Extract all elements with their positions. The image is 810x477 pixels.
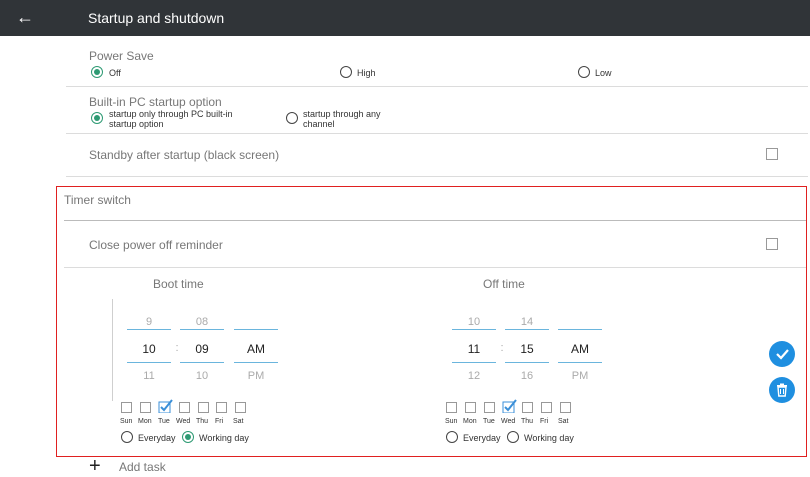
power-save-high-label: High <box>357 68 376 78</box>
check-icon <box>502 399 517 413</box>
timer-switch-label: Timer switch <box>64 193 131 207</box>
off-working-day-radio[interactable] <box>507 431 519 443</box>
delete-button[interactable] <box>769 377 795 403</box>
off-hour-next[interactable]: 12 <box>454 370 494 382</box>
boot-day-label: Tue <box>158 418 170 425</box>
boot-everyday-radio[interactable] <box>121 431 133 443</box>
power-save-high-radio[interactable] <box>340 66 352 78</box>
off-minute-prev[interactable]: 14 <box>507 316 547 328</box>
off-day-label: Wed <box>501 418 516 425</box>
boot-day-thu-checkbox[interactable] <box>198 402 209 413</box>
divider <box>127 362 171 363</box>
boot-ampm-next[interactable]: PM <box>236 370 276 382</box>
divider <box>558 362 602 363</box>
off-day-fri-checkbox[interactable] <box>541 402 552 413</box>
divider <box>66 176 808 177</box>
off-day-label: Fri <box>540 418 549 425</box>
off-day-sat-checkbox[interactable] <box>560 402 571 413</box>
power-save-low-radio[interactable] <box>578 66 590 78</box>
boot-day-mon-checkbox[interactable] <box>140 402 151 413</box>
builtin-pc-option1-label: startup only through PC built-in startup… <box>109 109 233 129</box>
off-day-label: Mon <box>463 418 477 425</box>
divider <box>452 329 496 330</box>
power-save-label: Power Save <box>89 49 154 63</box>
off-ampm[interactable]: AM <box>560 342 600 356</box>
divider <box>234 329 278 330</box>
check-icon <box>158 399 173 413</box>
boot-minute-prev[interactable]: 08 <box>182 316 222 328</box>
off-hour-prev[interactable]: 10 <box>454 316 494 328</box>
boot-day-label: Fri <box>215 418 224 425</box>
trash-icon <box>777 383 787 397</box>
power-save-off-radio[interactable] <box>91 66 103 78</box>
builtin-pc-option1-radio[interactable] <box>91 112 103 124</box>
add-task-label[interactable]: Add task <box>119 460 166 474</box>
divider <box>452 362 496 363</box>
off-everyday-radio[interactable] <box>446 431 458 443</box>
reminder-checkbox[interactable] <box>766 238 778 250</box>
back-arrow-icon[interactable]: ← <box>16 7 34 27</box>
boot-day-wed-checkbox[interactable] <box>179 402 190 413</box>
standby-checkbox[interactable] <box>766 148 778 160</box>
plus-icon[interactable]: + <box>89 456 101 476</box>
off-day-mon-checkbox[interactable] <box>465 402 476 413</box>
divider <box>180 329 224 330</box>
divider <box>64 267 806 268</box>
boot-everyday-label: Everyday <box>138 433 176 443</box>
off-day-label: Sun <box>445 418 458 425</box>
off-day-tue-checkbox[interactable] <box>484 402 495 413</box>
builtin-pc-option2-label: startup through any channel <box>303 109 381 129</box>
boot-day-label: Wed <box>176 418 191 425</box>
confirm-button[interactable] <box>769 341 795 367</box>
power-save-off-label: Off <box>109 68 121 78</box>
off-minute[interactable]: 15 <box>507 342 547 356</box>
boot-minute-next[interactable]: 10 <box>182 370 222 382</box>
boot-hour-next[interactable]: 11 <box>129 370 169 382</box>
boot-working-day-label: Working day <box>199 433 249 443</box>
boot-day-tue-checkbox[interactable] <box>158 399 173 413</box>
boot-day-label: Mon <box>138 418 152 425</box>
divider <box>234 362 278 363</box>
off-ampm-next[interactable]: PM <box>560 370 600 382</box>
off-day-label: Tue <box>483 418 495 425</box>
divider <box>66 133 808 134</box>
check-icon <box>776 349 789 360</box>
off-time-title: Off time <box>483 277 525 291</box>
boot-working-day-radio[interactable] <box>182 431 194 443</box>
divider <box>505 329 549 330</box>
off-day-label: Sat <box>558 418 569 425</box>
boot-minute[interactable]: 09 <box>182 342 222 356</box>
page-title: Startup and shutdown <box>88 10 225 26</box>
off-day-sun-checkbox[interactable] <box>446 402 457 413</box>
divider <box>505 362 549 363</box>
app-header: ← Startup and shutdown <box>0 0 810 36</box>
boot-day-label: Thu <box>196 418 209 425</box>
off-day-label: Thu <box>521 418 534 425</box>
off-working-day-label: Working day <box>524 433 574 443</box>
boot-day-sat-checkbox[interactable] <box>235 402 246 413</box>
builtin-pc-label: Built-in PC startup option <box>89 95 222 109</box>
off-minute-next[interactable]: 16 <box>507 370 547 382</box>
divider <box>180 362 224 363</box>
boot-ampm[interactable]: AM <box>236 342 276 356</box>
builtin-pc-option2-radio[interactable] <box>286 112 298 124</box>
boot-day-fri-checkbox[interactable] <box>216 402 227 413</box>
reminder-label: Close power off reminder <box>89 238 223 252</box>
divider <box>64 220 806 221</box>
power-save-low-label: Low <box>595 68 612 78</box>
divider <box>112 299 113 401</box>
boot-day-label: Sun <box>120 418 133 425</box>
divider <box>558 329 602 330</box>
off-everyday-label: Everyday <box>463 433 501 443</box>
off-day-thu-checkbox[interactable] <box>522 402 533 413</box>
divider <box>127 329 171 330</box>
boot-time-title: Boot time <box>153 277 204 291</box>
standby-label: Standby after startup (black screen) <box>89 148 280 162</box>
off-day-wed-checkbox[interactable] <box>502 399 517 413</box>
divider <box>66 86 808 87</box>
boot-day-sun-checkbox[interactable] <box>121 402 132 413</box>
boot-hour-prev[interactable]: 9 <box>129 316 169 328</box>
boot-day-label: Sat <box>233 418 244 425</box>
